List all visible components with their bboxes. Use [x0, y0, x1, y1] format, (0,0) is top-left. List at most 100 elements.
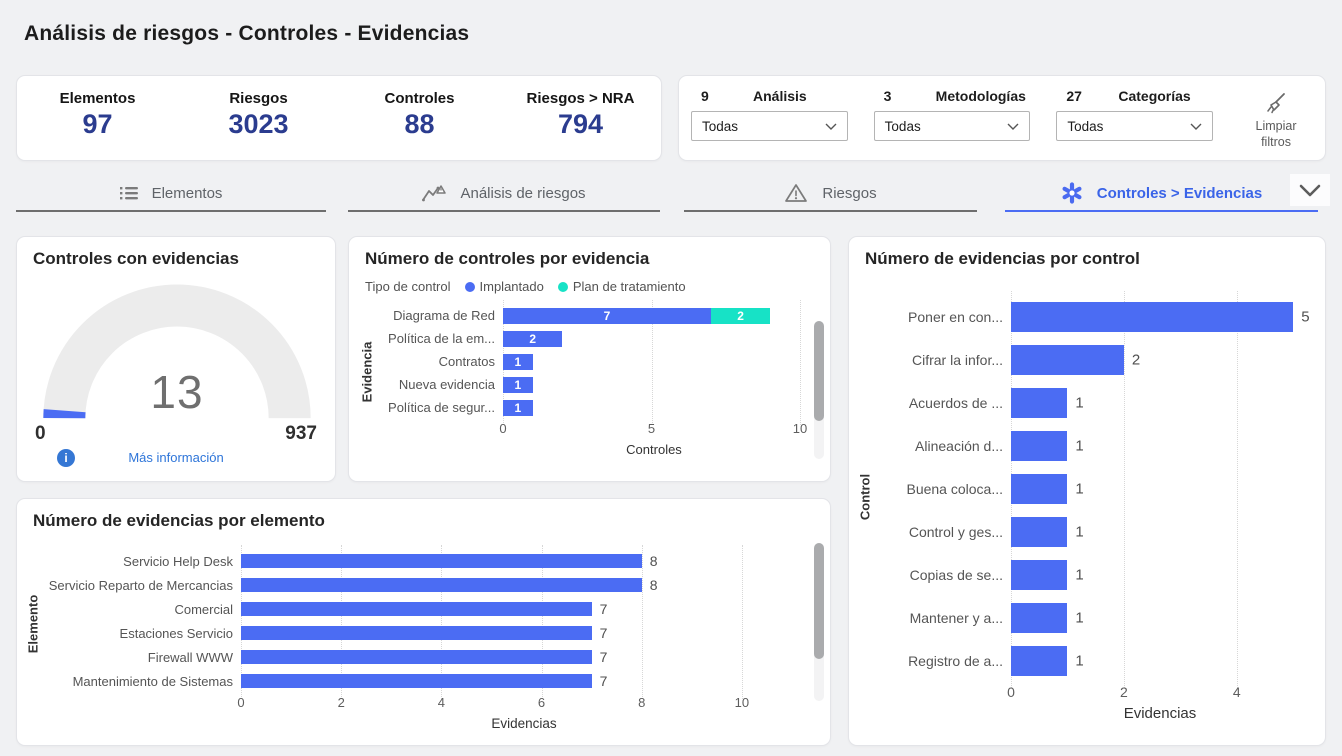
- filter-count: 9: [701, 88, 719, 104]
- chevron-down-icon: [1299, 184, 1321, 197]
- risk-analysis-icon: [422, 184, 446, 203]
- category-label: Mantenimiento de Sistemas: [33, 674, 241, 689]
- bar-segment[interactable]: [1011, 388, 1067, 418]
- list-icon: [120, 186, 138, 201]
- tab-label: Riesgos: [822, 185, 876, 202]
- bar-segment[interactable]: [1011, 603, 1067, 633]
- legend-dot: [558, 282, 568, 292]
- kpi-label: Riesgos > NRA: [500, 90, 661, 107]
- bar-value-label: 7: [600, 625, 608, 641]
- x-axis-title: Evidencias: [241, 716, 807, 731]
- filter-count: 27: [1066, 88, 1084, 104]
- bar-segment[interactable]: [1011, 474, 1067, 504]
- tab-riesgos[interactable]: Riesgos: [684, 176, 977, 212]
- category-label: Alineación d...: [865, 438, 1011, 454]
- chevron-down-icon: [1007, 123, 1019, 130]
- bar-segment[interactable]: [1011, 646, 1067, 676]
- gauge-card-controles-con-evidencias: Controles con evidencias 13 0 937 i Más …: [16, 236, 336, 482]
- bar-segment[interactable]: [241, 578, 642, 592]
- bar-row: Política de la em...2: [365, 327, 814, 350]
- category-label: Estaciones Servicio: [33, 626, 241, 641]
- category-label: Contratos: [365, 354, 503, 369]
- bar-segment[interactable]: [241, 554, 642, 568]
- bar-segment[interactable]: [1011, 431, 1067, 461]
- scrollbar[interactable]: [814, 321, 824, 459]
- bar-value-label: 1: [1075, 480, 1083, 497]
- category-label: Acuerdos de ...: [865, 395, 1011, 411]
- tick-label: 5: [648, 421, 655, 436]
- tick-label: 4: [438, 695, 445, 710]
- kpi-summary-card: Elementos 97 Riesgos 3023 Controles 88 R…: [16, 75, 662, 161]
- filter-metodologias: 3 Metodologías Todas: [874, 86, 1031, 150]
- chart-title: Número de controles por evidencia: [365, 249, 814, 269]
- scrollbar-thumb[interactable]: [814, 543, 824, 659]
- category-label: Servicio Reparto de Mercancias: [33, 578, 241, 593]
- bar-segment[interactable]: 1: [503, 354, 533, 370]
- kpi-label: Elementos: [17, 90, 178, 107]
- category-label: Mantener y a...: [865, 610, 1011, 626]
- bar-segment[interactable]: [241, 602, 592, 616]
- bar-track: 1: [1011, 424, 1309, 467]
- filter-count: 3: [884, 88, 902, 104]
- x-axis-ticks: 0510: [503, 421, 805, 441]
- bar-row: Política de segur...1: [365, 396, 814, 419]
- gauge-value: 13: [33, 365, 321, 419]
- bar-segment[interactable]: [1011, 560, 1067, 590]
- filter-analisis: 9 Análisis Todas: [691, 86, 848, 150]
- bar-segment[interactable]: 7: [503, 308, 711, 324]
- bar-track: 2: [503, 327, 805, 350]
- bar-segment[interactable]: [1011, 517, 1067, 547]
- dropdown-value: Todas: [885, 119, 921, 134]
- tab-elementos[interactable]: Elementos: [16, 176, 326, 212]
- tabs-expand-button[interactable]: [1290, 174, 1330, 206]
- category-label: Buena coloca...: [865, 481, 1011, 497]
- kpi-controles: Controles 88: [339, 76, 500, 160]
- bar-segment[interactable]: 2: [503, 331, 562, 347]
- chart-title: Número de evidencias por control: [865, 249, 1309, 269]
- bar-row: Comercial7: [33, 597, 814, 621]
- legend-label: Plan de tratamiento: [573, 279, 686, 294]
- bar-value-label: 7: [600, 649, 608, 665]
- bar-row: Mantener y a...1: [865, 596, 1309, 639]
- y-axis-title: Evidencia: [360, 342, 375, 403]
- bar-segment[interactable]: [241, 674, 592, 688]
- tab-label: Análisis de riesgos: [460, 185, 585, 202]
- kpi-riesgos-nra: Riesgos > NRA 794: [500, 76, 661, 160]
- y-axis-title: Control: [858, 474, 873, 520]
- bar-segment[interactable]: [1011, 302, 1293, 332]
- legend-dot: [465, 282, 475, 292]
- scrollbar-thumb[interactable]: [814, 321, 824, 421]
- bar-segment[interactable]: 1: [503, 377, 533, 393]
- bar-row: Control y ges...1: [865, 510, 1309, 553]
- chart-title: Número de evidencias por elemento: [33, 511, 814, 531]
- clear-filters-button[interactable]: Limpiar filtros: [1239, 86, 1313, 150]
- bar-track: 2: [1011, 338, 1309, 381]
- chevron-down-icon: [1190, 123, 1202, 130]
- scrollbar[interactable]: [814, 543, 824, 701]
- filter-label: Metodologías: [936, 88, 1026, 104]
- legend-entry-implantado[interactable]: Implantado: [465, 279, 544, 294]
- bar-segment[interactable]: [241, 626, 592, 640]
- tab-controles-evidencias[interactable]: Controles > Evidencias: [1005, 176, 1318, 212]
- x-axis-ticks: 0246810: [241, 695, 807, 715]
- categorias-dropdown[interactable]: Todas: [1056, 111, 1213, 141]
- category-label: Firewall WWW: [33, 650, 241, 665]
- legend-label: Implantado: [480, 279, 544, 294]
- bar-row: Diagrama de Red72: [365, 304, 814, 327]
- tab-analisis-de-riesgos[interactable]: Análisis de riesgos: [348, 176, 660, 212]
- analisis-dropdown[interactable]: Todas: [691, 111, 848, 141]
- info-icon[interactable]: i: [57, 449, 75, 467]
- bar-segment[interactable]: [1011, 345, 1124, 375]
- metodologias-dropdown[interactable]: Todas: [874, 111, 1031, 141]
- x-axis-title: Evidencias: [1011, 705, 1309, 722]
- tab-label: Elementos: [152, 185, 223, 202]
- legend-entry-plan[interactable]: Plan de tratamiento: [558, 279, 686, 294]
- bar-value-label: 1: [1075, 652, 1083, 669]
- bar-row: Mantenimiento de Sistemas7: [33, 669, 814, 693]
- bar-segment[interactable]: 1: [503, 400, 533, 416]
- bar-segment[interactable]: [241, 650, 592, 664]
- bar-track: 5: [1011, 295, 1309, 338]
- more-info-link[interactable]: Más información: [128, 450, 223, 465]
- category-label: Cifrar la infor...: [865, 352, 1011, 368]
- bar-segment[interactable]: 2: [711, 308, 770, 324]
